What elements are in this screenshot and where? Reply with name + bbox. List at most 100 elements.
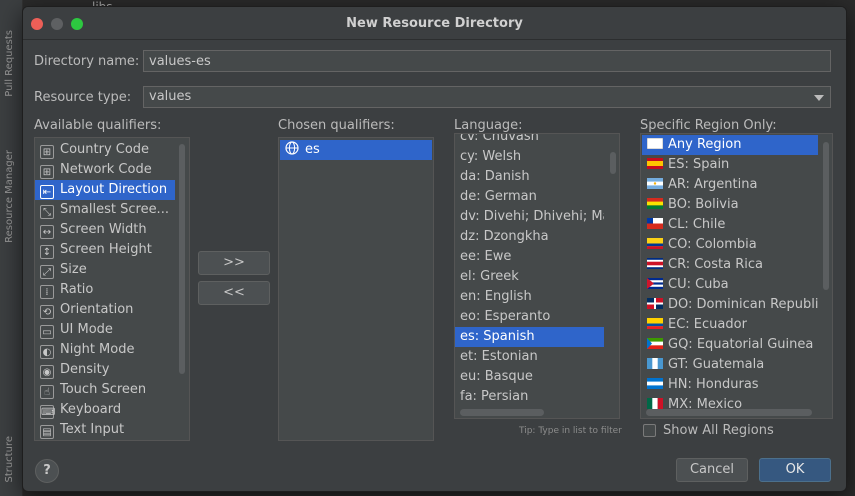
available-qualifier-item[interactable]: ⊞ Network Code <box>35 160 175 180</box>
language-item[interactable]: eu: Basque <box>455 367 604 387</box>
language-item[interactable]: el: Greek <box>455 267 604 287</box>
language-item[interactable]: fa: Persian <box>455 387 604 407</box>
region-label: EC: Ecuador <box>668 317 747 332</box>
region-item[interactable]: Any Region <box>642 135 818 155</box>
available-qualifiers-list[interactable]: ⊞ Country Code ⊞ Network Code ⇤ Layout Direct… <box>34 137 190 441</box>
region-item[interactable]: CU: Cuba <box>642 275 818 295</box>
language-item[interactable]: eo: Esperanto <box>455 307 604 327</box>
region-item[interactable]: CL: Chile <box>642 215 818 235</box>
available-qualifier-item[interactable]: ⌨ Keyboard <box>35 400 175 420</box>
flag-icon-ar <box>647 178 663 189</box>
show-all-regions-checkbox[interactable] <box>643 424 656 437</box>
region-item[interactable]: ES: Spain <box>642 155 818 175</box>
language-item[interactable]: en: English <box>455 287 604 307</box>
language-horizontal-scrollbar[interactable] <box>460 409 544 416</box>
flag-icon-do <box>647 298 663 309</box>
remove-qualifier-button[interactable]: << <box>198 281 270 305</box>
flag-icon-none <box>647 138 663 149</box>
flag-icon-gt <box>647 358 663 369</box>
language-item[interactable]: es: Spanish <box>455 327 604 347</box>
dialog-title: New Resource Directory <box>346 16 523 31</box>
available-qualifier-item[interactable]: ▤ Text Input <box>35 420 175 440</box>
region-label: CU: Cuba <box>668 277 729 292</box>
night-mode-icon: ◐ <box>40 345 54 359</box>
density-icon: ◉ <box>40 365 54 379</box>
add-qualifier-button[interactable]: >> <box>198 251 270 275</box>
region-label: CR: Costa Rica <box>668 257 763 272</box>
available-qualifier-item[interactable]: ⤡ Smallest Scree... <box>35 200 175 220</box>
language-item[interactable]: cy: Welsh <box>455 147 604 167</box>
keyboard-icon: ⌨ <box>40 405 56 419</box>
region-item[interactable]: CO: Colombia <box>642 235 818 255</box>
language-item[interactable]: cv: Chuvash <box>455 134 604 147</box>
language-list[interactable]: cv: Chuvash cy: Welsh da: Danish de: German… <box>454 133 620 419</box>
available-qualifier-item[interactable]: ◐ Night Mode <box>35 340 175 360</box>
ok-button[interactable]: OK <box>759 458 831 482</box>
available-qualifier-item[interactable]: ⟲ Orientation <box>35 300 175 320</box>
chosen-qualifier-es[interactable]: es <box>280 140 432 160</box>
flag-icon-cu <box>647 278 663 289</box>
structure-tab[interactable]: Structure <box>4 436 15 483</box>
available-qualifier-label: Layout Direction <box>60 182 168 197</box>
directory-name-label: Directory name: <box>34 54 140 69</box>
chosen-qualifiers-list[interactable]: es <box>278 137 434 441</box>
flag-icon-es <box>647 158 663 169</box>
resource-type-select[interactable]: values <box>143 86 831 108</box>
pull-requests-tab[interactable]: Pull Requests <box>4 30 15 97</box>
available-qualifier-label: Screen Width <box>60 222 147 237</box>
available-qualifier-item[interactable]: ⤢ Size <box>35 260 175 280</box>
available-qualifier-label: UI Mode <box>60 322 113 337</box>
region-item[interactable]: EC: Ecuador <box>642 315 818 335</box>
directory-name-input[interactable] <box>143 50 831 72</box>
region-item[interactable]: CR: Costa Rica <box>642 255 818 275</box>
available-qualifier-item[interactable]: ⇤ Layout Direction <box>35 180 175 200</box>
language-item[interactable]: dv: Divehi; Dhivehi; Maldivian <box>455 207 604 227</box>
touch-screen-icon: ☝ <box>40 385 54 399</box>
available-qualifier-label: Night Mode <box>60 342 135 357</box>
region-item[interactable]: BO: Bolivia <box>642 195 818 215</box>
region-item[interactable]: DO: Dominican Republic <box>642 295 818 315</box>
specific-region-label: Specific Region Only: <box>640 118 777 133</box>
region-item[interactable]: GQ: Equatorial Guinea <box>642 335 818 355</box>
available-qualifier-item[interactable]: ↕ Screen Height <box>35 240 175 260</box>
language-item[interactable]: de: German <box>455 187 604 207</box>
region-item[interactable]: GT: Guatemala <box>642 355 818 375</box>
available-qualifier-item[interactable]: ↔ Screen Width <box>35 220 175 240</box>
flag-icon-hn <box>647 378 663 389</box>
region-list[interactable]: Any Region ES: Spain AR: Argentina BO: Boli… <box>640 133 833 419</box>
flag-icon-cr <box>647 258 663 269</box>
language-vertical-scrollbar[interactable] <box>610 152 616 174</box>
region-label: Any Region <box>668 137 742 152</box>
help-button[interactable]: ? <box>35 459 59 483</box>
screen-width-icon: ↔ <box>40 225 54 239</box>
region-vertical-scrollbar[interactable] <box>823 142 829 290</box>
cancel-button[interactable]: Cancel <box>676 458 748 482</box>
language-item[interactable]: et: Estonian <box>455 347 604 367</box>
dialog-titlebar: New Resource Directory <box>23 7 846 40</box>
resource-manager-tab[interactable]: Resource Manager <box>4 150 15 243</box>
country-code-icon: ⊞ <box>40 145 54 159</box>
available-qualifier-item[interactable]: ◉ Density <box>35 360 175 380</box>
region-horizontal-scrollbar[interactable] <box>646 409 812 416</box>
region-item[interactable]: AR: Argentina <box>642 175 818 195</box>
available-qualifier-item[interactable]: ▭ UI Mode <box>35 320 175 340</box>
available-qualifier-item[interactable]: ⁞ Ratio <box>35 280 175 300</box>
language-item[interactable]: dz: Dzongkha <box>455 227 604 247</box>
region-label: GQ: Equatorial Guinea <box>668 337 814 352</box>
region-label: AR: Argentina <box>668 177 758 192</box>
region-item[interactable]: HN: Honduras <box>642 375 818 395</box>
available-qualifier-label: Text Input <box>60 422 125 437</box>
language-item[interactable]: da: Danish <box>455 167 604 187</box>
new-resource-directory-dialog: New Resource Directory Directory name: R… <box>22 6 847 492</box>
region-label: HN: Honduras <box>668 377 759 392</box>
available-qualifier-label: Orientation <box>60 302 134 317</box>
available-qualifiers-scrollbar[interactable] <box>179 144 185 374</box>
available-qualifier-item[interactable]: ☝ Touch Screen <box>35 380 175 400</box>
available-qualifier-label: Smallest Scree... <box>60 202 169 217</box>
available-qualifier-item[interactable]: ⊞ Country Code <box>35 140 175 160</box>
show-all-regions-label[interactable]: Show All Regions <box>663 423 774 438</box>
language-item[interactable]: ee: Ewe <box>455 247 604 267</box>
orientation-icon: ⟲ <box>40 305 54 319</box>
size-icon: ⤢ <box>40 265 54 279</box>
filter-tip: Tip: Type in list to filter <box>519 426 622 436</box>
